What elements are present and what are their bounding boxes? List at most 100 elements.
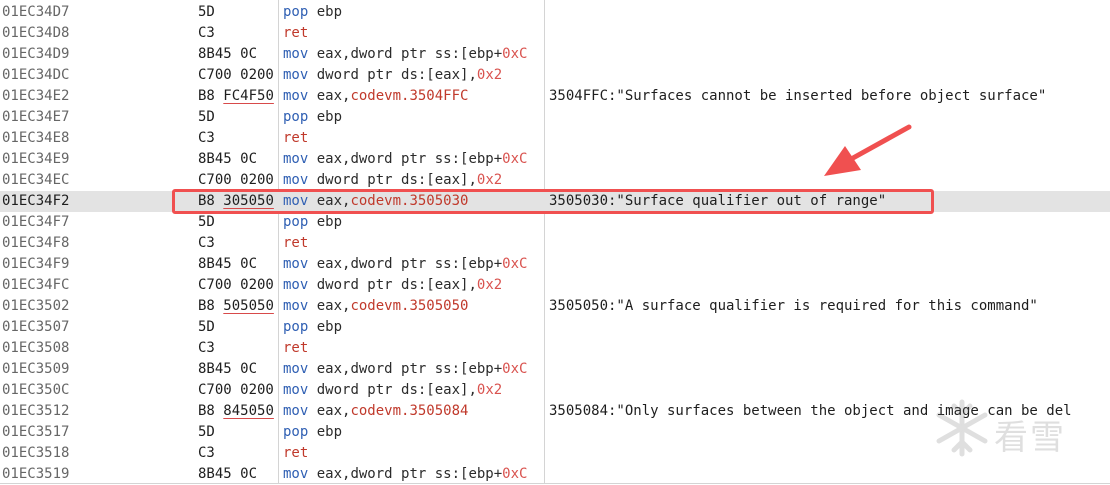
address-cell[interactable]: 01EC3512 xyxy=(2,401,162,422)
address-cell[interactable]: 01EC350C xyxy=(2,380,162,401)
table-row[interactable]: 01EC34DC C700 0200 mov dword ptr ds:[eax],… xyxy=(0,65,1110,86)
comment-cell[interactable] xyxy=(549,254,1110,275)
bytes-cell[interactable]: 5D xyxy=(198,317,278,338)
bytes-cell[interactable]: B8 845050 xyxy=(198,401,278,422)
instruction-cell[interactable]: ret xyxy=(283,233,544,254)
table-row[interactable]: 01EC34F9 8B45 0C mov eax,dword ptr ss:[ebp… xyxy=(0,254,1110,275)
bytes-cell[interactable]: C3 xyxy=(198,443,278,464)
instruction-cell[interactable]: mov eax,dword ptr ss:[ebp+0xC xyxy=(283,44,544,65)
comment-cell[interactable] xyxy=(549,275,1110,296)
comment-cell[interactable] xyxy=(549,422,1110,443)
table-row[interactable]: 01EC3508 C3 ret xyxy=(0,338,1110,359)
table-row[interactable]: 01EC34FC C700 0200 mov dword ptr ds:[eax],… xyxy=(0,275,1110,296)
address-cell[interactable]: 01EC34E2 xyxy=(2,86,162,107)
table-row[interactable]: 01EC3502 B8 505050 mov eax,codevm.3505050 3… xyxy=(0,296,1110,317)
address-cell[interactable]: 01EC34D8 xyxy=(2,23,162,44)
address-cell[interactable]: 01EC34D7 xyxy=(2,2,162,23)
address-cell[interactable]: 01EC34F8 xyxy=(2,233,162,254)
comment-cell[interactable] xyxy=(549,443,1110,464)
address-cell[interactable]: 01EC3508 xyxy=(2,338,162,359)
table-row[interactable]: 01EC3512 B8 845050 mov eax,codevm.3505084 3… xyxy=(0,401,1110,422)
address-cell[interactable]: 01EC34FC xyxy=(2,275,162,296)
comment-cell[interactable] xyxy=(549,233,1110,254)
instruction-cell[interactable]: pop ebp xyxy=(283,107,544,128)
table-row[interactable]: 01EC34E7 5D pop ebp xyxy=(0,107,1110,128)
table-row[interactable]: 01EC34D7 5D pop ebp xyxy=(0,2,1110,23)
address-cell[interactable]: 01EC34DC xyxy=(2,65,162,86)
comment-cell[interactable] xyxy=(549,107,1110,128)
address-cell[interactable]: 01EC3507 xyxy=(2,317,162,338)
table-row[interactable]: 01EC34F7 5D pop ebp xyxy=(0,212,1110,233)
bytes-cell[interactable]: C700 0200 xyxy=(198,65,278,86)
comment-cell[interactable] xyxy=(549,23,1110,44)
address-cell[interactable]: 01EC34F2 xyxy=(2,191,162,212)
bytes-cell[interactable]: C3 xyxy=(198,23,278,44)
comment-cell[interactable] xyxy=(549,464,1110,485)
bytes-cell[interactable]: B8 305050 xyxy=(198,191,278,212)
bytes-cell[interactable]: C700 0200 xyxy=(198,275,278,296)
comment-cell[interactable]: 3504FFC:"Surfaces cannot be inserted bef… xyxy=(549,86,1110,107)
comment-cell[interactable]: 3505084:"Only surfaces between the objec… xyxy=(549,401,1110,422)
table-row[interactable]: 01EC34E9 8B45 0C mov eax,dword ptr ss:[ebp… xyxy=(0,149,1110,170)
instruction-cell[interactable]: mov dword ptr ds:[eax],0x2 xyxy=(283,275,544,296)
comment-cell[interactable] xyxy=(549,2,1110,23)
instruction-cell[interactable]: mov eax,dword ptr ss:[ebp+0xC xyxy=(283,359,544,380)
table-row[interactable]: 01EC34D8 C3 ret xyxy=(0,23,1110,44)
instruction-cell[interactable]: mov eax,codevm.3505050 xyxy=(283,296,544,317)
table-row[interactable]: 01EC3509 8B45 0C mov eax,dword ptr ss:[ebp… xyxy=(0,359,1110,380)
instruction-cell[interactable]: pop ebp xyxy=(283,317,544,338)
comment-cell[interactable] xyxy=(549,338,1110,359)
table-row[interactable]: 01EC350C C700 0200 mov dword ptr ds:[eax],… xyxy=(0,380,1110,401)
address-cell[interactable]: 01EC3517 xyxy=(2,422,162,443)
instruction-cell[interactable]: mov eax,dword ptr ss:[ebp+0xC xyxy=(283,254,544,275)
instruction-cell[interactable]: ret xyxy=(283,23,544,44)
comment-cell[interactable] xyxy=(549,359,1110,380)
bytes-cell[interactable]: C3 xyxy=(198,338,278,359)
bytes-cell[interactable]: 8B45 0C xyxy=(198,464,278,485)
table-row[interactable]: 01EC34EC C700 0200 mov dword ptr ds:[eax],… xyxy=(0,170,1110,191)
table-row-selected[interactable]: 01EC34F2 B8 305050 mov eax,codevm.3505030 3… xyxy=(0,191,1110,212)
instruction-cell[interactable]: mov dword ptr ds:[eax],0x2 xyxy=(283,170,544,191)
instruction-cell[interactable]: ret xyxy=(283,128,544,149)
table-row[interactable]: 01EC34F8 C3 ret xyxy=(0,233,1110,254)
bytes-cell[interactable]: C700 0200 xyxy=(198,380,278,401)
table-row[interactable]: 01EC34E8 C3 ret xyxy=(0,128,1110,149)
instruction-cell[interactable]: mov eax,dword ptr ss:[ebp+0xC xyxy=(283,464,544,485)
bytes-cell[interactable]: 8B45 0C xyxy=(198,44,278,65)
bytes-cell[interactable]: 5D xyxy=(198,422,278,443)
table-row[interactable]: 01EC3507 5D pop ebp xyxy=(0,317,1110,338)
address-cell[interactable]: 01EC3518 xyxy=(2,443,162,464)
instruction-cell[interactable]: mov eax,dword ptr ss:[ebp+0xC xyxy=(283,149,544,170)
address-cell[interactable]: 01EC3509 xyxy=(2,359,162,380)
address-cell[interactable]: 01EC34E9 xyxy=(2,149,162,170)
bytes-cell[interactable]: 5D xyxy=(198,107,278,128)
bytes-cell[interactable]: B8 505050 xyxy=(198,296,278,317)
bytes-cell[interactable]: B8 FC4F50 xyxy=(198,86,278,107)
instruction-cell[interactable]: mov eax,codevm.3505030 xyxy=(283,191,544,212)
table-row[interactable]: 01EC34E2 B8 FC4F50 mov eax,codevm.3504FFC 3… xyxy=(0,86,1110,107)
table-row[interactable]: 01EC34D9 8B45 0C mov eax,dword ptr ss:[ebp… xyxy=(0,44,1110,65)
comment-cell[interactable] xyxy=(549,128,1110,149)
bytes-cell[interactable]: 8B45 0C xyxy=(198,359,278,380)
comment-cell[interactable] xyxy=(549,170,1110,191)
instruction-cell[interactable]: mov dword ptr ds:[eax],0x2 xyxy=(283,380,544,401)
table-row[interactable]: 01EC3517 5D pop ebp xyxy=(0,422,1110,443)
instruction-cell[interactable]: ret xyxy=(283,443,544,464)
comment-cell[interactable]: 3505030:"Surface qualifier out of range" xyxy=(549,191,1110,212)
instruction-cell[interactable]: pop ebp xyxy=(283,422,544,443)
instruction-cell[interactable]: mov dword ptr ds:[eax],0x2 xyxy=(283,65,544,86)
bytes-cell[interactable]: C3 xyxy=(198,128,278,149)
table-row[interactable]: 01EC3519 8B45 0C mov eax,dword ptr ss:[ebp… xyxy=(0,464,1110,485)
table-row[interactable]: 01EC3518 C3 ret xyxy=(0,443,1110,464)
address-cell[interactable]: 01EC34F7 xyxy=(2,212,162,233)
instruction-cell[interactable]: pop ebp xyxy=(283,2,544,23)
address-cell[interactable]: 01EC34F9 xyxy=(2,254,162,275)
address-cell[interactable]: 01EC3502 xyxy=(2,296,162,317)
comment-cell[interactable] xyxy=(549,380,1110,401)
instruction-cell[interactable]: mov eax,codevm.3505084 xyxy=(283,401,544,422)
comment-cell[interactable] xyxy=(549,212,1110,233)
bytes-cell[interactable]: C700 0200 xyxy=(198,170,278,191)
address-cell[interactable]: 01EC34E7 xyxy=(2,107,162,128)
address-cell[interactable]: 01EC34D9 xyxy=(2,44,162,65)
comment-cell[interactable] xyxy=(549,317,1110,338)
